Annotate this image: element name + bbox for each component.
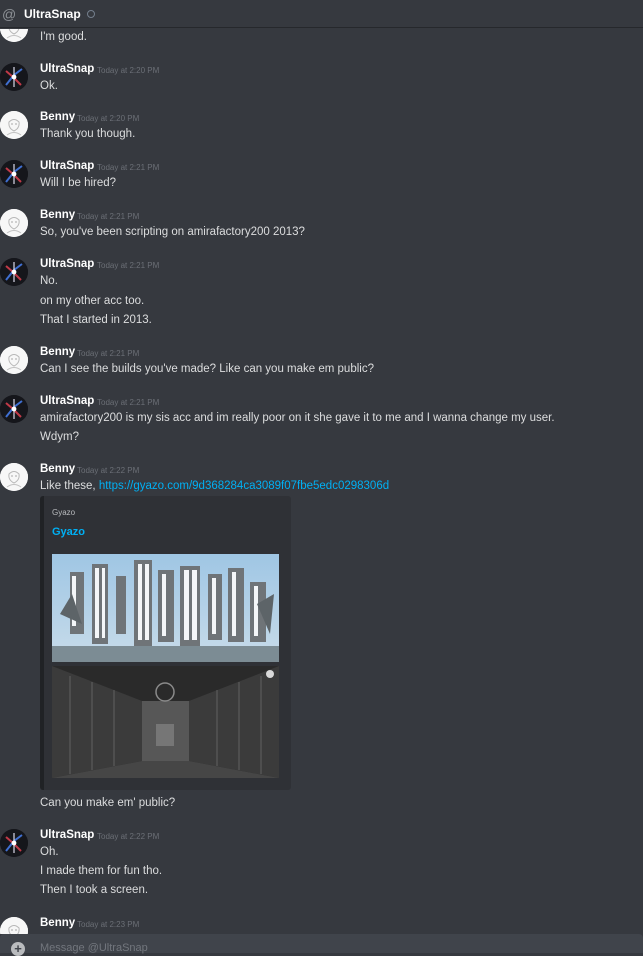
message-text: Can you make em' public? [40, 797, 176, 809]
message-text: So, you've been scripting on amirafactor… [40, 226, 305, 238]
timestamp: Today at 2:23 PM [77, 920, 140, 929]
message-text: Will I be hired? [40, 177, 117, 189]
message-input[interactable]: Message @UltraSnap [40, 942, 148, 954]
timestamp: Today at 2:21 PM [97, 398, 160, 407]
avatar[interactable] [0, 258, 28, 286]
embed-title[interactable]: Gyazo [52, 526, 85, 538]
avatar[interactable] [0, 160, 28, 188]
channel-header: @ UltraSnap [0, 0, 643, 28]
username[interactable]: Benny [40, 209, 75, 221]
message-text: That I started in 2013. [40, 314, 152, 326]
message-text: Wdym? [40, 431, 79, 443]
username[interactable]: Benny [40, 917, 75, 929]
username[interactable]: UltraSnap [40, 258, 94, 270]
message-text: I'm good. [40, 31, 87, 43]
at-icon: @ [2, 5, 17, 22]
timestamp: Today at 2:20 PM [77, 114, 140, 123]
timestamp: Today at 2:22 PM [97, 832, 160, 841]
channel-title[interactable]: UltraSnap [24, 7, 81, 21]
message-text: Like these, https://gyazo.com/9d368284ca… [40, 480, 389, 492]
timestamp: Today at 2:21 PM [97, 163, 160, 172]
embed-provider[interactable]: Gyazo [52, 508, 75, 517]
message-text: Thank you though. [40, 128, 136, 140]
username[interactable]: Benny [40, 346, 75, 358]
username[interactable]: Benny [40, 463, 75, 475]
avatar[interactable] [0, 395, 28, 423]
message-text: Then I took a screen. [40, 884, 149, 896]
avatar[interactable] [0, 63, 28, 91]
timestamp: Today at 2:21 PM [77, 349, 140, 358]
avatar[interactable] [0, 111, 28, 139]
timestamp: Today at 2:21 PM [97, 261, 160, 270]
message-composer[interactable]: + Message @UltraSnap [0, 934, 643, 956]
message-text: No. [40, 275, 58, 287]
avatar[interactable] [0, 29, 28, 42]
link-embed: Gyazo Gyazo [40, 496, 291, 790]
message-text: Can I see the builds you've made? Like c… [40, 363, 374, 375]
message-list[interactable]: I'm good. UltraSnap Today at 2:20 PM Ok.… [0, 29, 643, 934]
message-text: amirafactory200 is my sis acc and im rea… [40, 412, 555, 424]
username[interactable]: Benny [40, 111, 75, 123]
embed-image-city[interactable] [52, 554, 279, 662]
gyazo-link[interactable]: https://gyazo.com/9d368284ca3089f07fbe5e… [99, 480, 389, 492]
avatar[interactable] [0, 463, 28, 491]
avatar[interactable] [0, 917, 28, 934]
avatar[interactable] [0, 209, 28, 237]
timestamp: Today at 2:20 PM [97, 66, 160, 75]
timestamp: Today at 2:21 PM [77, 212, 140, 221]
avatar[interactable] [0, 346, 28, 374]
message-text: on my other acc too. [40, 295, 145, 307]
add-attachment-icon[interactable]: + [11, 942, 25, 956]
timestamp: Today at 2:22 PM [77, 466, 140, 475]
username[interactable]: UltraSnap [40, 63, 94, 75]
message-text: I made them for fun tho. [40, 865, 163, 877]
message-text: Oh. [40, 846, 59, 858]
message-text-prefix: Like these, [40, 480, 99, 492]
message-text: Ok. [40, 80, 58, 92]
username[interactable]: UltraSnap [40, 829, 94, 841]
username[interactable]: UltraSnap [40, 160, 94, 172]
username[interactable]: UltraSnap [40, 395, 94, 407]
embed-image-hall[interactable] [52, 666, 279, 778]
gif-indicator-icon [266, 670, 274, 678]
status-indicator-icon [86, 9, 95, 18]
avatar[interactable] [0, 829, 28, 857]
